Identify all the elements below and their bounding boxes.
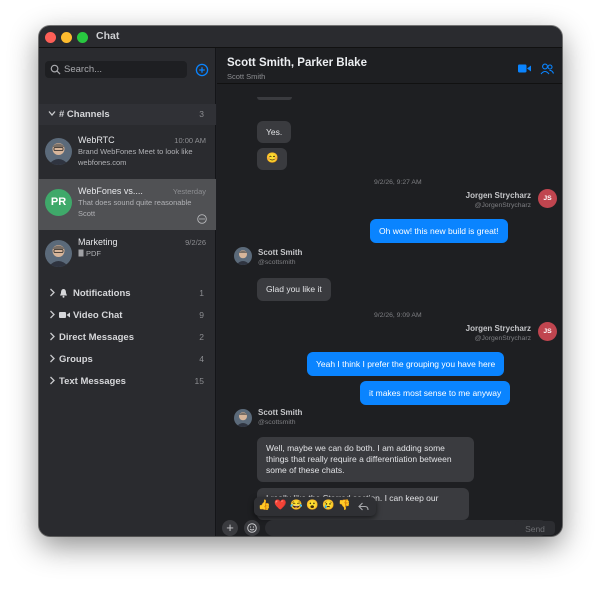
add-attachment-button[interactable]: + <box>222 520 238 536</box>
direct-messages-count: 2 <box>199 332 204 342</box>
message-timestamp: 9/2/26, 9:27 AM <box>374 179 422 186</box>
title-bar: Chat <box>39 26 562 48</box>
video-camera-icon <box>59 312 70 318</box>
chat-pane: Scott Smith, Parker Blake Scott Smith Ye… <box>217 48 562 536</box>
bell-icon <box>60 289 67 298</box>
message-bubble-partial <box>257 97 292 100</box>
channels-section-header[interactable]: # Channels 3 <box>39 104 216 125</box>
message-bubble: Yes. <box>257 121 292 143</box>
notifications-label: Notifications <box>73 288 131 299</box>
chevron-right-icon <box>50 332 55 341</box>
conversation-name: Marketing <box>78 237 118 247</box>
sender-handle: @JorgenStrycharz <box>474 202 531 209</box>
direct-messages-section-header[interactable]: Direct Messages 2 <box>39 327 216 348</box>
chevron-right-icon <box>50 354 55 363</box>
text-messages-count: 15 <box>194 376 204 386</box>
laugh-reaction[interactable]: 😂 <box>290 500 302 512</box>
close-window-button[interactable] <box>45 32 56 43</box>
chevron-right-icon <box>50 376 55 385</box>
video-chat-label: Video Chat <box>73 310 123 321</box>
groups-section-header[interactable]: Groups 4 <box>39 349 216 370</box>
sender-handle: @scottsmith <box>258 259 296 266</box>
conversation-name: WebFones vs.... <box>78 186 143 196</box>
conversation-preview: Brand WebFones Meet to look like webfone… <box>78 147 193 167</box>
text-messages-section-header[interactable]: Text Messages 15 <box>39 371 216 392</box>
search-box[interactable] <box>45 61 187 78</box>
sender-name: Scott Smith <box>258 408 303 417</box>
notifications-section-header[interactable]: Notifications 1 <box>39 283 216 304</box>
avatar <box>45 138 72 165</box>
heart-reaction[interactable]: ❤️ <box>274 500 286 512</box>
search-icon <box>50 64 61 75</box>
text-messages-label: Text Messages <box>59 376 126 387</box>
direct-messages-label: Direct Messages <box>59 332 134 343</box>
zoom-window-button[interactable] <box>77 32 88 43</box>
avatar: PR <box>45 189 72 216</box>
message-bubble: it makes most sense to me anyway <box>360 381 511 405</box>
chat-header: Scott Smith, Parker Blake Scott Smith <box>217 48 562 84</box>
conversation-preview: PDF <box>78 249 206 260</box>
sender-handle: @scottsmith <box>258 419 296 426</box>
message-input[interactable] <box>265 520 548 536</box>
notifications-count: 1 <box>199 288 204 298</box>
avatar: JS <box>538 322 557 341</box>
channels-label: # Channels <box>59 109 110 120</box>
message-timestamp: 9/2/26, 9:09 AM <box>374 312 422 319</box>
more-options-icon[interactable] <box>197 214 207 224</box>
message-bubble: Yeah I think I prefer the grouping you h… <box>307 352 505 376</box>
conversation-time: Yesterday <box>172 187 206 196</box>
wow-reaction[interactable]: 😮 <box>306 500 318 512</box>
sender-handle: @JorgenStrycharz <box>474 335 531 342</box>
window-title: Chat <box>96 30 120 42</box>
message-bubble: Oh wow! this new build is great! <box>370 219 508 243</box>
send-button[interactable]: Send <box>515 521 555 535</box>
chevron-down-icon <box>48 111 56 116</box>
conversation-name: WebRTC <box>78 135 115 145</box>
channels-count: 3 <box>199 109 204 119</box>
conversation-time: 10:00 AM <box>174 136 206 145</box>
emoji-icon <box>247 523 257 533</box>
message-bubble: Well, maybe we can do both. I am adding … <box>257 437 474 482</box>
emoji-button[interactable] <box>244 520 260 536</box>
sender-name: Scott Smith <box>258 248 303 257</box>
groups-count: 4 <box>199 354 204 364</box>
conversation-preview: That does sound quite reasonable Scott <box>78 198 192 218</box>
thumbs-up-reaction[interactable]: 👍 <box>258 500 270 512</box>
video-call-icon[interactable] <box>518 64 531 73</box>
sad-reaction[interactable]: 😢 <box>322 500 334 512</box>
minimize-window-button[interactable] <box>61 32 72 43</box>
conversation-item-webrtc[interactable]: WebRTC 10:00 AM Brand WebFones Meet to l… <box>39 128 216 179</box>
chevron-right-icon <box>50 288 55 297</box>
avatar <box>234 409 252 427</box>
participants-icon[interactable] <box>540 63 554 75</box>
thumbs-down-reaction[interactable]: 👎 <box>338 500 350 512</box>
chevron-right-icon <box>50 310 55 319</box>
new-chat-icon[interactable] <box>195 63 209 77</box>
sender-name: Jorgen Strycharz <box>465 191 531 200</box>
search-input[interactable] <box>64 63 182 76</box>
avatar: JS <box>538 189 557 208</box>
message-bubble: Glad you like it <box>257 278 331 301</box>
video-chat-count: 9 <box>199 310 204 320</box>
reaction-picker: 👍 ❤️ 😂 😮 😢 👎 <box>254 497 376 516</box>
sidebar: # Channels 3 WebRTC 10:00 AM Brand WebFo… <box>39 48 216 536</box>
groups-label: Groups <box>59 354 93 365</box>
chat-subtitle: Scott Smith <box>227 72 266 81</box>
chat-window: Chat # Channels 3 <box>39 26 562 536</box>
conversation-time: 9/2/26 <box>185 238 206 247</box>
message-bubble: 😊 <box>257 148 288 170</box>
reply-icon[interactable] <box>358 502 369 511</box>
conversation-item-webfones[interactable]: PR WebFones vs.... Yesterday That does s… <box>39 179 216 230</box>
sender-name: Jorgen Strycharz <box>465 324 531 333</box>
video-chat-section-header[interactable]: Video Chat 9 <box>39 305 216 326</box>
avatar <box>45 240 72 267</box>
conversation-item-marketing[interactable]: Marketing 9/2/26 PDF <box>39 230 216 281</box>
attachment-type: PDF <box>86 249 101 258</box>
chat-title: Scott Smith, Parker Blake <box>227 57 367 69</box>
avatar <box>234 247 252 265</box>
document-icon <box>78 249 84 257</box>
